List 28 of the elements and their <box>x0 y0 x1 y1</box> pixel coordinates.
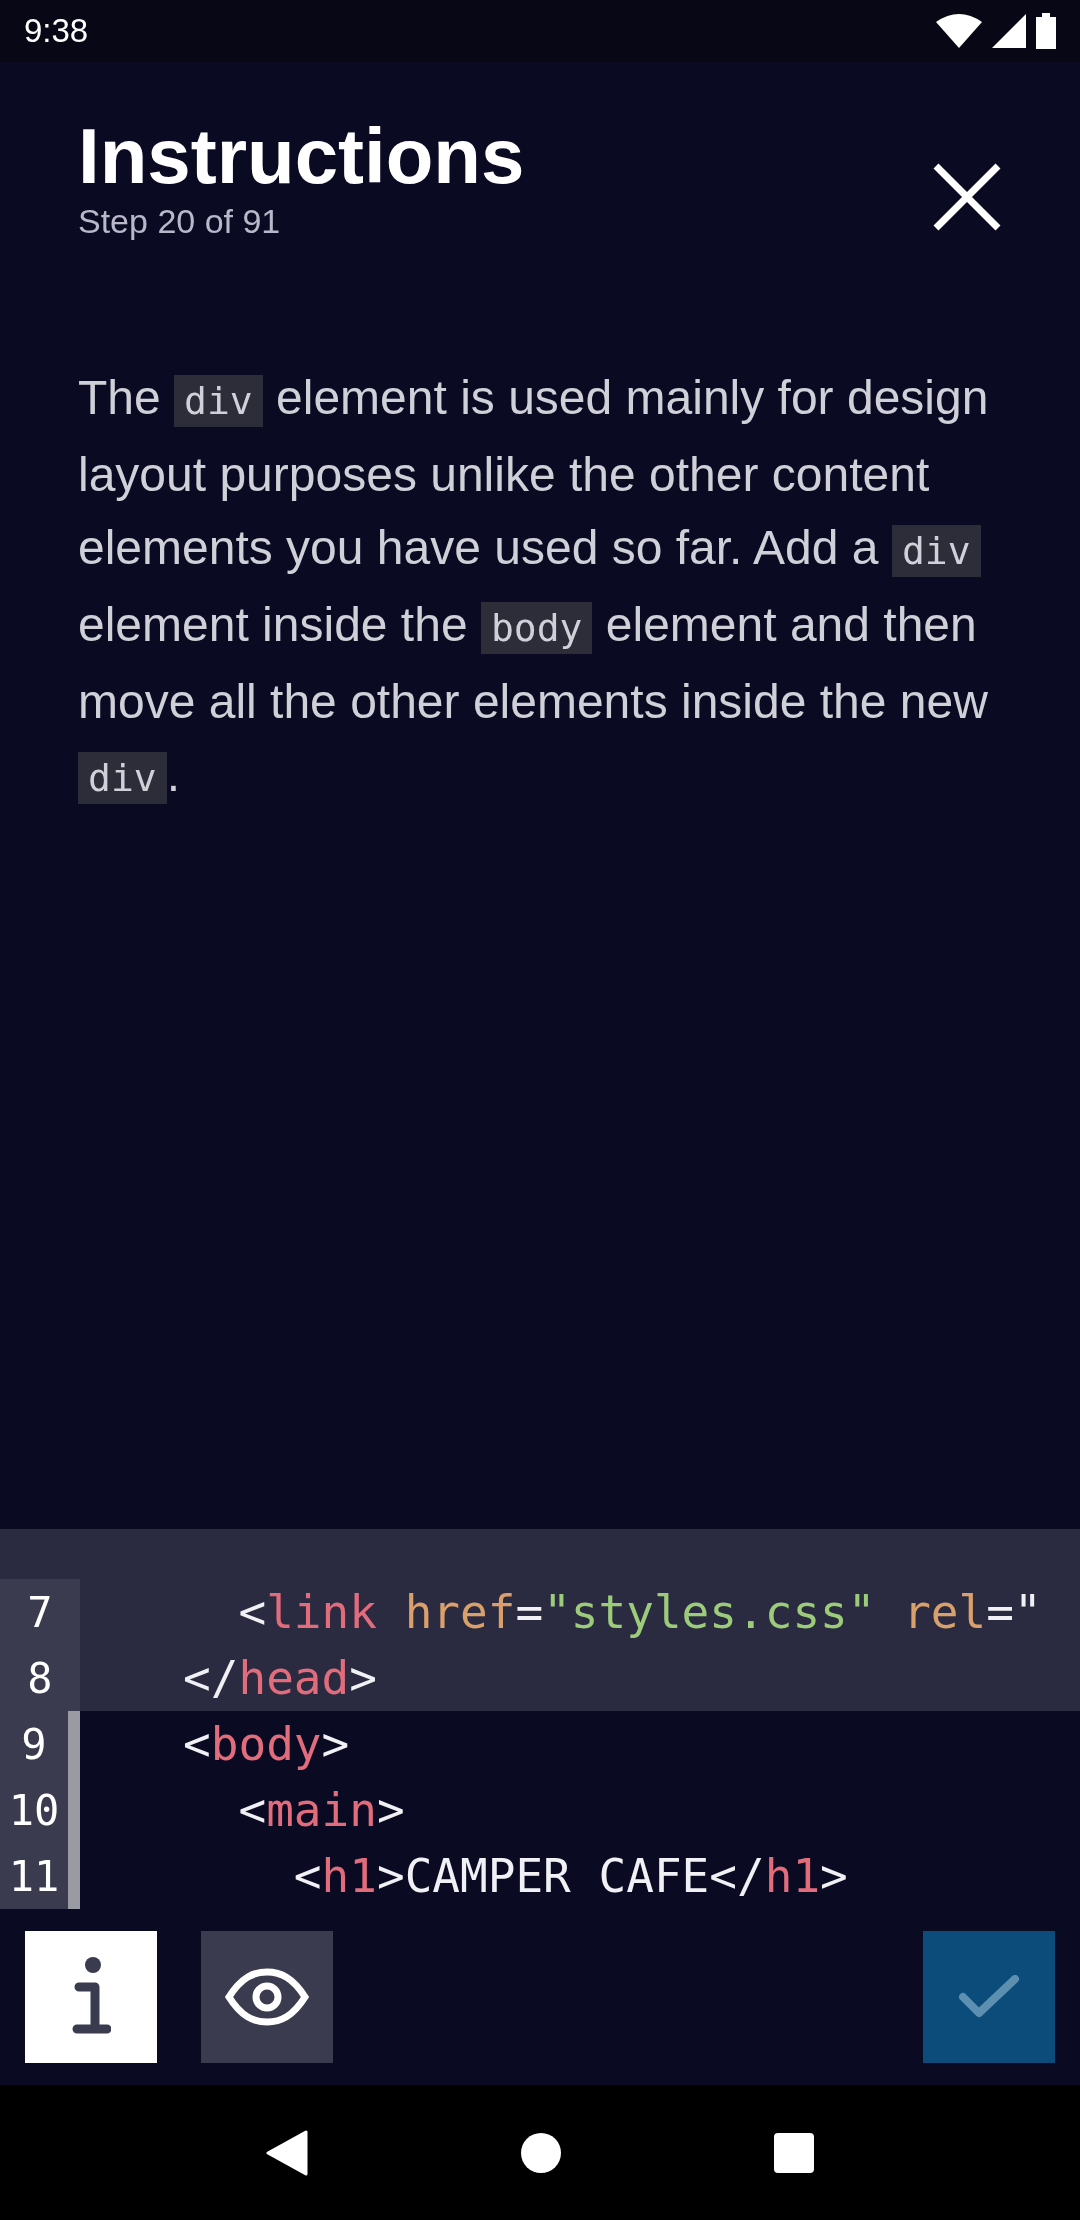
line-number: 10 <box>0 1777 80 1843</box>
page-title: Instructions <box>78 114 525 200</box>
code-text: </head> <box>80 1645 1080 1711</box>
instructions-text: The div element is used mainly for design layout purposes unlike the other content elements you have used so far. Add a div element inside the body element and then move all the other elements inside the new div . <box>0 360 1080 815</box>
home-icon[interactable] <box>521 2132 561 2173</box>
battery-icon <box>1036 13 1056 49</box>
close-icon <box>932 162 1002 232</box>
step-counter: Step 20 of 91 <box>78 201 282 241</box>
line-number: 8 <box>0 1645 80 1711</box>
eye-icon <box>225 1968 309 2026</box>
line-number: 7 <box>0 1579 80 1645</box>
line-number: 11 <box>0 1843 80 1909</box>
check-icon <box>959 1975 1019 2019</box>
code-text: <main> <box>237 1782 406 1839</box>
code-text: <body> <box>182 1716 351 1773</box>
code-editor[interactable]: 7 <link href="styles.css" rel=" 8 </head> 9 <body> 10 <main> 11 <h1>CAMPER CAFE</h1> <box>0 1529 1080 1909</box>
recents-icon[interactable] <box>773 2132 814 2173</box>
code-text: <h1>CAMPER CAFE</h1> <box>292 1848 849 1905</box>
status-time: 9:38 <box>24 12 89 50</box>
wifi-icon <box>936 14 982 48</box>
info-icon <box>71 1957 111 2037</box>
back-icon[interactable] <box>266 2129 309 2176</box>
close-button[interactable] <box>932 162 1002 232</box>
info-button[interactable] <box>25 1931 157 2063</box>
code-text: <link href="styles.css" rel=" <box>80 1579 1080 1645</box>
preview-button[interactable] <box>201 1931 333 2063</box>
line-number: 9 <box>0 1711 80 1777</box>
signal-icon <box>992 14 1026 48</box>
